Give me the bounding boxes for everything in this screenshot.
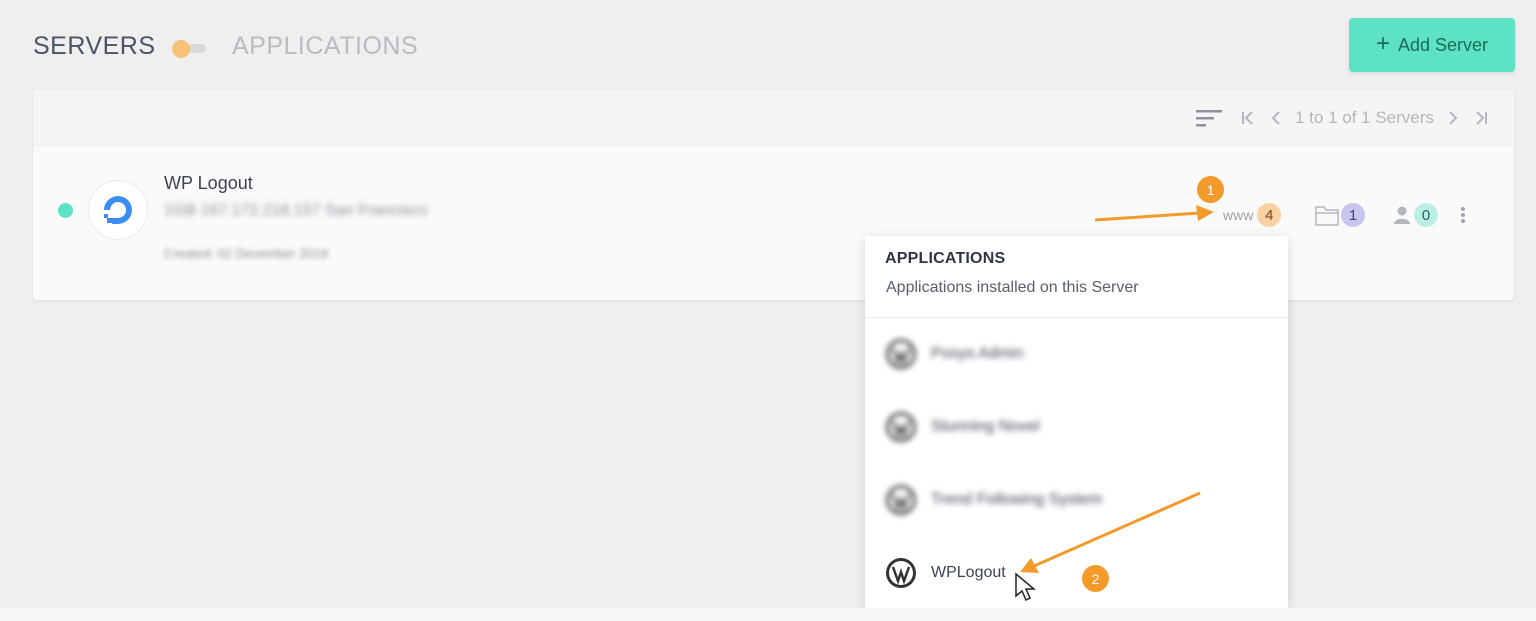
application-label: Trend Following System [931, 491, 1103, 508]
last-page-icon[interactable] [1472, 108, 1490, 128]
add-server-label: Add Server [1397, 34, 1489, 55]
sort-icon[interactable] [1196, 108, 1222, 128]
application-item[interactable]: Trend Following System [885, 483, 1265, 517]
more-options-icon[interactable] [1453, 204, 1473, 226]
applications-dropdown: APPLICATIONS Applications installed on t… [865, 236, 1288, 609]
toggle-knob [172, 40, 190, 58]
panel-toolbar: 1 to 1 of 1 Servers [33, 90, 1514, 146]
wordpress-icon [886, 485, 916, 515]
servers-applications-toggle[interactable] [172, 40, 206, 58]
wordpress-icon [886, 412, 916, 442]
first-page-icon[interactable] [1239, 108, 1257, 128]
server-row[interactable]: WP Logout 1GB 167.172.218.157 San Franci… [33, 146, 1514, 300]
dropdown-title: APPLICATIONS [885, 250, 1006, 267]
top-bar: SERVERS APPLICATIONS + Add Server [0, 0, 1536, 90]
application-item[interactable]: Posys Admin [885, 337, 1265, 371]
dropdown-subtitle: Applications installed on this Server [886, 279, 1139, 296]
applications-stat[interactable]: www 4 [1223, 203, 1282, 227]
team-members-stat[interactable]: 0 [1392, 203, 1438, 227]
status-online-dot [58, 203, 73, 218]
server-name[interactable]: WP Logout [164, 173, 253, 194]
previous-page-icon[interactable] [1267, 108, 1285, 128]
dropdown-divider [865, 317, 1288, 318]
application-item[interactable]: Stunning Novel [885, 410, 1265, 444]
folders-count-badge: 1 [1341, 203, 1365, 227]
pagination: 1 to 1 of 1 Servers [1239, 107, 1490, 129]
wordpress-icon [886, 558, 916, 588]
application-label: WPLogout [931, 564, 1006, 581]
servers-panel: 1 to 1 of 1 Servers WP Logout 1GB 167.17… [33, 90, 1514, 300]
application-item-wplogout[interactable]: WPLogout [885, 556, 1265, 590]
user-icon [1394, 206, 1410, 224]
add-server-button[interactable]: + Add Server [1349, 18, 1515, 72]
folders-stat[interactable]: 1 [1315, 203, 1365, 227]
application-label: Stunning Novel [931, 418, 1040, 435]
digitalocean-logo-icon [88, 180, 148, 240]
pagination-text: 1 to 1 of 1 Servers [1295, 108, 1434, 127]
folder-icon [1315, 206, 1339, 226]
applications-count-badge: 4 [1257, 203, 1282, 227]
application-label: Posys Admin [931, 345, 1024, 362]
bottom-strip [0, 608, 1536, 621]
server-detail-blurred: 1GB 167.172.218.157 San Francisco [164, 202, 428, 219]
server-created-blurred: Created: 02 December 2019 [164, 246, 329, 261]
applications-tab[interactable]: APPLICATIONS [232, 32, 418, 61]
plus-icon: + [1375, 30, 1390, 57]
servers-tab[interactable]: SERVERS [33, 32, 156, 61]
www-label: www [1223, 207, 1254, 223]
next-page-icon[interactable] [1444, 108, 1462, 128]
users-count-badge: 0 [1414, 203, 1438, 227]
wordpress-icon [886, 339, 916, 369]
